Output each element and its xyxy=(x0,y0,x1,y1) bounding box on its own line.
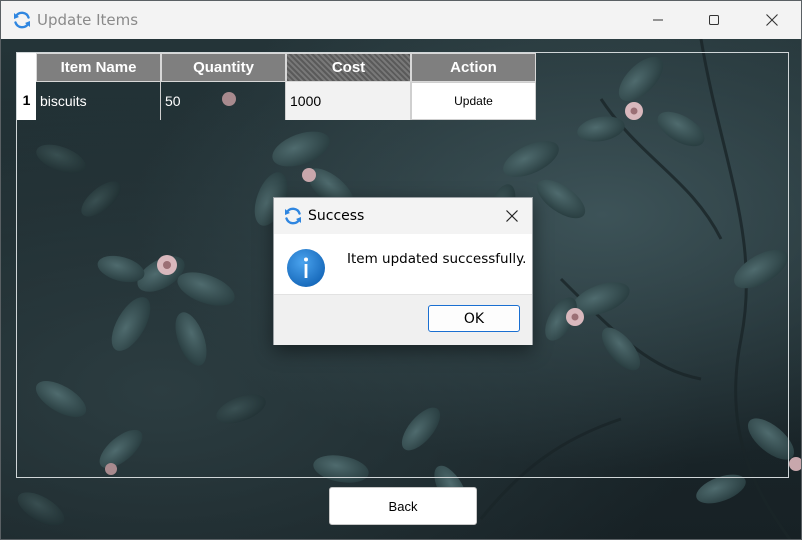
window-title: Update Items xyxy=(37,11,139,29)
minimize-icon xyxy=(653,19,663,21)
success-dialog: Success Item updated successfully. OK xyxy=(273,197,533,345)
cell-item-name[interactable]: biscuits xyxy=(36,82,161,120)
column-header-quantity[interactable]: Quantity xyxy=(161,53,286,82)
dialog-close-button[interactable] xyxy=(498,204,526,228)
close-icon xyxy=(766,14,778,26)
dialog-title: Success xyxy=(308,208,365,224)
back-button[interactable]: Back xyxy=(329,487,477,525)
row-number[interactable]: 1 xyxy=(17,92,36,112)
minimize-button[interactable] xyxy=(629,1,687,39)
dialog-message: Item updated successfully. xyxy=(347,251,527,267)
cell-cost[interactable]: 1000 xyxy=(286,82,411,120)
dialog-body: Item updated successfully. xyxy=(274,234,532,292)
title-bar[interactable]: Update Items xyxy=(1,1,801,39)
column-header-cost[interactable]: Cost xyxy=(286,53,411,82)
maximize-button[interactable] xyxy=(685,1,743,39)
column-header-action[interactable]: Action xyxy=(411,53,536,82)
close-icon xyxy=(506,210,518,222)
update-button[interactable]: Update xyxy=(411,82,536,120)
info-icon xyxy=(287,249,325,287)
maximize-icon xyxy=(709,15,719,25)
items-table: 1 Item Name Quantity Cost Action biscuit… xyxy=(17,53,536,120)
column-header-item-name[interactable]: Item Name xyxy=(36,53,161,82)
sync-arrows-icon xyxy=(285,207,301,225)
close-button[interactable] xyxy=(743,1,801,39)
dialog-title-bar[interactable]: Success xyxy=(274,198,532,234)
cell-quantity[interactable]: 50 xyxy=(161,82,286,120)
update-items-window: Update Items 1 Item Name Quantity Cost A… xyxy=(0,0,802,540)
sync-arrows-icon xyxy=(14,11,30,29)
dialog-footer: OK xyxy=(274,294,532,345)
ok-button[interactable]: OK xyxy=(428,305,520,332)
